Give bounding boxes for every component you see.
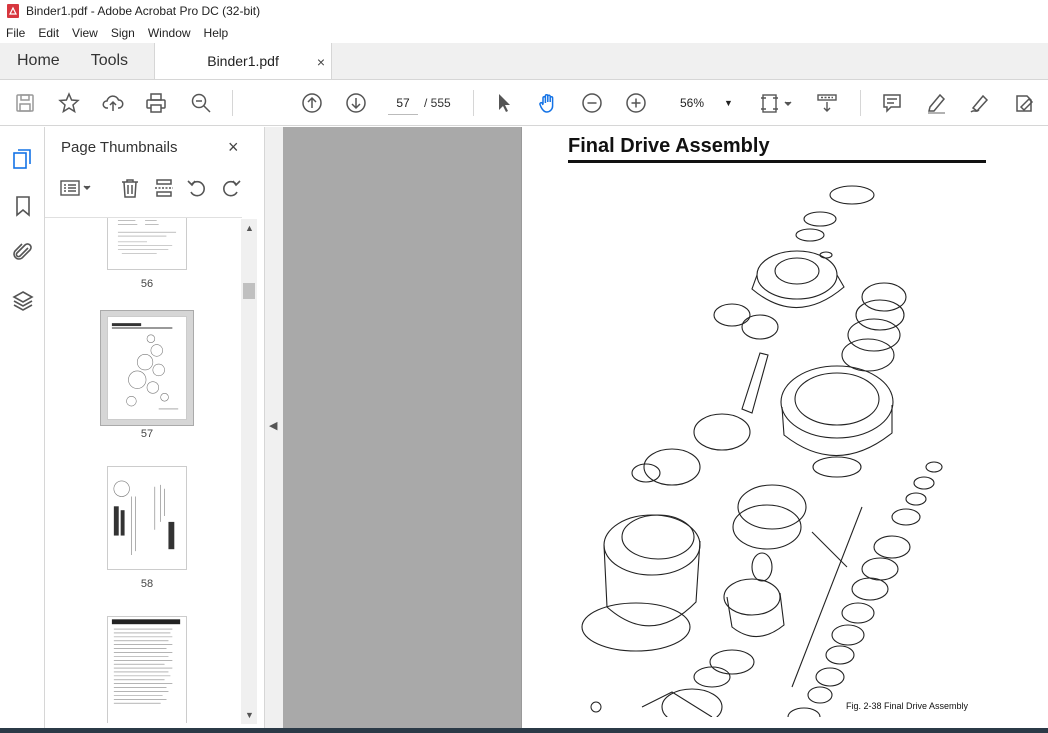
fill-sign-icon[interactable] [1012, 91, 1036, 115]
collapse-arrow-icon[interactable]: ◀ [269, 419, 277, 432]
comment-icon[interactable] [880, 91, 904, 115]
close-tab-icon[interactable]: × [317, 54, 325, 70]
tab-bar: Home Tools Binder1.pdf × [0, 43, 1048, 80]
scroll-down-icon[interactable]: ▼ [245, 710, 254, 720]
exploded-assembly-drawing [581, 185, 943, 717]
thumbnail-list: 56 57 58 [45, 217, 242, 723]
extract-page-icon[interactable] [153, 177, 175, 199]
zoom-select[interactable]: 56% ▼ [670, 91, 740, 115]
menu-help[interactable]: Help [204, 26, 229, 40]
scroll-up-icon[interactable]: ▲ [245, 223, 254, 233]
title-bar: Binder1.pdf - Adobe Acrobat Pro DC (32-b… [0, 0, 1048, 22]
current-page-input[interactable]: 57 [388, 91, 418, 115]
tab-document[interactable]: Binder1.pdf × [154, 43, 333, 79]
document-viewport[interactable]: Final Drive Assembly Fig. 2-38 Final Dri… [283, 127, 1048, 733]
menu-file[interactable]: File [6, 26, 25, 40]
thumbnail-page-59[interactable] [107, 616, 187, 723]
scrollbar-thumb[interactable] [243, 283, 255, 299]
menu-edit[interactable]: Edit [38, 26, 59, 40]
panel-collapse-strip[interactable]: ◀ [265, 127, 283, 733]
menu-view[interactable]: View [72, 26, 98, 40]
acrobat-app-icon [7, 4, 19, 18]
search-zoom-icon[interactable] [189, 91, 213, 115]
total-pages: / 555 [424, 96, 451, 110]
bookmarks-icon[interactable] [11, 194, 35, 218]
page-heading: Final Drive Assembly [568, 135, 770, 157]
upload-icon[interactable] [101, 91, 125, 115]
toolbar-separator [232, 90, 233, 116]
sign-icon[interactable] [968, 91, 992, 115]
fit-page-icon[interactable] [758, 91, 794, 115]
toolbar-separator [473, 90, 474, 116]
thumbnail-preview [117, 220, 177, 254]
thumbnail-preview [111, 323, 179, 410]
menu-sign[interactable]: Sign [111, 26, 135, 40]
hand-icon[interactable] [536, 91, 560, 115]
tab-tools[interactable]: Tools [74, 43, 142, 79]
panel-toolbar [59, 175, 259, 203]
document-tab-label: Binder1.pdf [207, 53, 279, 69]
layers-icon[interactable] [11, 289, 35, 313]
print-icon[interactable] [144, 91, 168, 115]
delete-icon[interactable] [119, 177, 141, 199]
menu-bar: File Edit View Sign Window Help [0, 22, 1048, 43]
page-thumbnails-icon[interactable] [11, 147, 35, 171]
thumbnail-page-58[interactable] [107, 466, 187, 570]
thumbnail-scrollbar[interactable]: ▲ ▼ [241, 219, 257, 724]
thumbnail-preview [113, 480, 175, 556]
menu-window[interactable]: Window [148, 26, 191, 40]
highlight-icon[interactable] [924, 91, 948, 115]
chevron-down-icon: ▼ [724, 98, 733, 108]
thumbnail-options-icon[interactable] [59, 177, 95, 199]
heading-rule [568, 160, 986, 163]
zoom-in-icon[interactable] [624, 91, 648, 115]
toolbar-separator [860, 90, 861, 116]
thumbnail-label: 58 [140, 578, 154, 590]
thumbnail-page-56[interactable] [107, 218, 187, 270]
select-cursor-icon[interactable] [492, 91, 516, 115]
zoom-out-icon[interactable] [580, 91, 604, 115]
zoom-value: 56% [680, 96, 705, 110]
thumbnail-page-57[interactable] [107, 316, 187, 420]
pdf-page: Final Drive Assembly Fig. 2-38 Final Dri… [521, 127, 1048, 733]
left-rail [0, 127, 45, 733]
page-up-icon[interactable] [300, 91, 324, 115]
scroll-mode-icon[interactable] [815, 91, 839, 115]
toolbar [0, 80, 1048, 126]
save-icon[interactable] [13, 91, 37, 115]
thumbnail-label: 56 [140, 278, 154, 290]
page-down-icon[interactable] [344, 91, 368, 115]
bookmark-star-icon[interactable] [57, 91, 81, 115]
panel-title: Page Thumbnails [61, 139, 178, 156]
taskbar [0, 728, 1048, 733]
page-thumbnails-panel: Page Thumbnails × 56 57 58 ▲ ▼ [45, 127, 265, 733]
attachments-icon[interactable] [11, 240, 35, 264]
rotate-left-icon[interactable] [186, 177, 208, 199]
tab-home[interactable]: Home [0, 43, 74, 79]
thumbnail-preview [111, 619, 181, 704]
figure-caption: Fig. 2-38 Final Drive Assembly [846, 701, 969, 711]
close-panel-icon[interactable]: × [228, 137, 239, 158]
window-title: Binder1.pdf - Adobe Acrobat Pro DC (32-b… [26, 4, 261, 18]
rotate-right-icon[interactable] [220, 177, 242, 199]
thumbnail-label: 57 [140, 428, 154, 440]
